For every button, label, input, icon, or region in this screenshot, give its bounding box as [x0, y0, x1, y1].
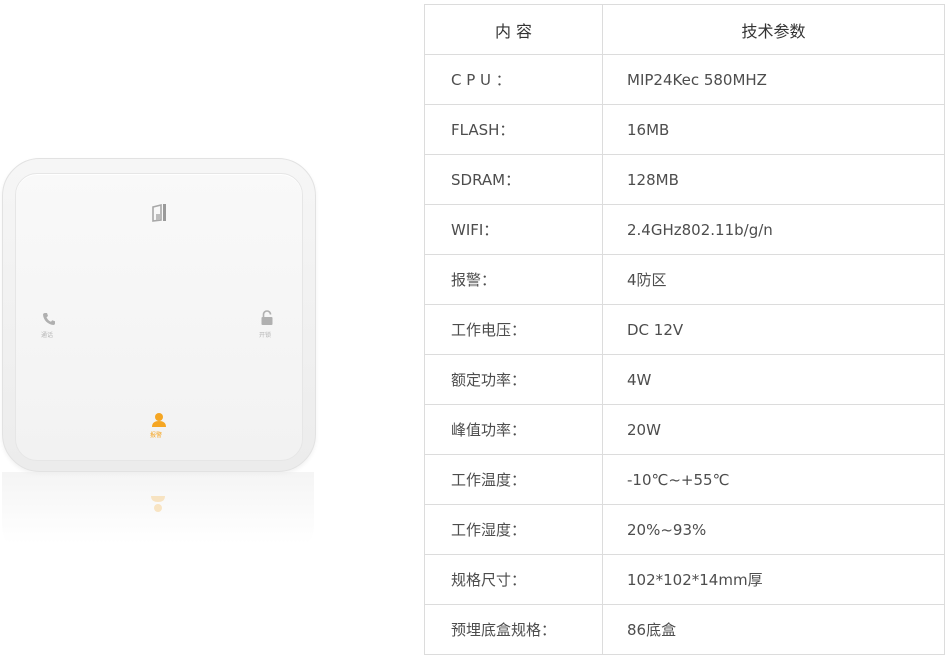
row-key: 峰值功率：	[424, 404, 603, 455]
device-body: 通话 开锁 报警	[2, 158, 316, 472]
phone-icon	[42, 312, 62, 332]
reflection-person-icon	[150, 494, 166, 514]
table-header-row: 内 容 技术参数	[424, 4, 945, 55]
table-row: 预埋底盒规格： 86底盒	[424, 604, 945, 655]
row-key: 工作电压：	[424, 304, 603, 355]
row-key: 额定功率：	[424, 354, 603, 405]
row-value: 20W	[602, 404, 945, 455]
spec-table: 内 容 技术参数 C P U ： MIP24Kec 580MHZ FLASH： …	[424, 4, 945, 655]
table-row: SDRAM： 128MB	[424, 154, 945, 205]
row-value: -10℃~+55℃	[602, 454, 945, 505]
row-value: 16MB	[602, 104, 945, 155]
table-row: 额定功率： 4W	[424, 354, 945, 405]
device-face: 通话 开锁 报警	[15, 173, 303, 461]
call-caption: 通话	[41, 332, 54, 339]
product-image: 通话 开锁 报警	[0, 150, 320, 570]
row-value: DC 12V	[602, 304, 945, 355]
table-row: 峰值功率： 20W	[424, 404, 945, 455]
table-row: 规格尺寸： 102*102*14mm厚	[424, 554, 945, 605]
table-row: C P U ： MIP24Kec 580MHZ	[424, 54, 945, 105]
table-row: FLASH： 16MB	[424, 104, 945, 155]
row-key: FLASH：	[424, 104, 603, 155]
table-row: 工作电压： DC 12V	[424, 304, 945, 355]
row-value: 2.4GHz802.11b/g/n	[602, 204, 945, 255]
row-value: 4W	[602, 354, 945, 405]
unlock-caption: 开锁	[259, 332, 272, 339]
table-row: 报警： 4防区	[424, 254, 945, 305]
table-row: 工作湿度： 20%~93%	[424, 504, 945, 555]
row-value: 4防区	[602, 254, 945, 305]
row-value: MIP24Kec 580MHZ	[602, 54, 945, 105]
row-value: 102*102*14mm厚	[602, 554, 945, 605]
alarm-person-icon	[151, 412, 171, 432]
header-params: 技术参数	[602, 4, 945, 55]
table-row: 工作温度： -10℃~+55℃	[424, 454, 945, 505]
row-key: SDRAM：	[424, 154, 603, 205]
row-key: WIFI：	[424, 204, 603, 255]
row-key: 工作温度：	[424, 454, 603, 505]
lock-icon	[260, 310, 280, 330]
row-key: 报警：	[424, 254, 603, 305]
row-key: 规格尺寸：	[424, 554, 603, 605]
logo-icon	[150, 202, 170, 222]
alarm-caption: 报警	[150, 432, 163, 439]
device-reflection	[2, 472, 314, 562]
header-content: 内 容	[424, 4, 603, 55]
row-value: 86底盒	[602, 604, 945, 655]
table-row: WIFI： 2.4GHz802.11b/g/n	[424, 204, 945, 255]
row-value: 20%~93%	[602, 504, 945, 555]
row-value: 128MB	[602, 154, 945, 205]
row-key: C P U ：	[424, 54, 603, 105]
row-key: 预埋底盒规格：	[424, 604, 603, 655]
row-key: 工作湿度：	[424, 504, 603, 555]
